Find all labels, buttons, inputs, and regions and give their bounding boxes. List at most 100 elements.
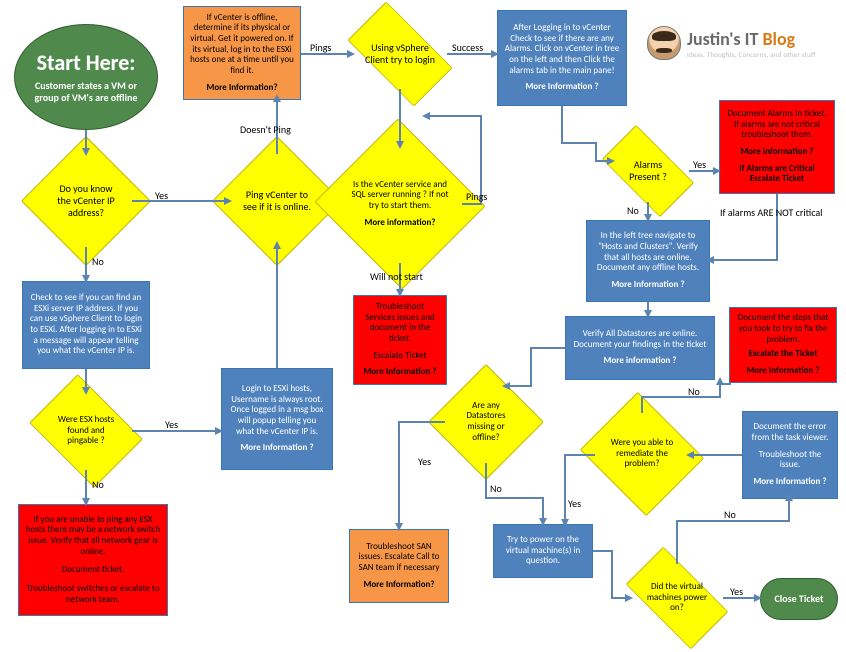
label-pings: Pings	[310, 41, 331, 54]
edge	[611, 550, 613, 597]
start-title: Start Here:	[37, 50, 136, 76]
label-no: No	[724, 508, 736, 521]
edge	[508, 385, 532, 387]
arrowhead-icon	[273, 241, 281, 249]
arrowhead-icon	[625, 594, 633, 602]
edge	[641, 396, 643, 413]
logo-text: Justin's IT Blog Ideas, Thoughts, Concer…	[687, 28, 816, 59]
d7-text: Did the virtual machines power on?	[637, 582, 717, 614]
label-doesnt-ping: Doesn't Ping	[240, 123, 291, 136]
process-power-on-vm: Try to power on the virtual machine(s) i…	[493, 524, 593, 578]
alarmscheck-more[interactable]: More Information ?	[525, 82, 598, 93]
d6-text: Are any Datastores missing or offline?	[451, 401, 521, 443]
edge	[132, 200, 228, 202]
edge	[676, 520, 678, 564]
loginesxi-text: Login to ESXi hosts, Username is always …	[228, 384, 326, 437]
edge	[719, 383, 721, 398]
label-not-critical: If alarms ARE NOT critical	[720, 206, 822, 219]
decision-powered-on: Did the virtual machines power on?	[631, 564, 723, 632]
decision-know-vcenter-ip: Do you know the vCenter IP address?	[40, 155, 132, 247]
label-no: No	[92, 478, 104, 491]
label-yes: Yes	[165, 418, 178, 431]
vcoff-more[interactable]: More Information?	[206, 83, 277, 94]
arrowhead-icon	[713, 167, 721, 175]
edge	[398, 421, 445, 423]
edge	[595, 142, 597, 162]
arrowhead-icon	[686, 451, 694, 459]
flowchart-canvas: Justin's IT Blog Ideas, Thoughts, Concer…	[0, 0, 846, 652]
d9-text: Were ESX hosts found and pingable ?	[46, 415, 126, 447]
edge	[561, 106, 563, 144]
arrowhead-icon	[396, 141, 404, 149]
process-document-alarms: Document Alarms In ticket. If alarms are…	[719, 100, 835, 194]
label-will-not-start: Will not start	[370, 270, 423, 283]
edge	[692, 454, 742, 456]
arrowhead-icon	[82, 275, 90, 283]
vcoff-text: If vCenter is offline, determine if its …	[190, 13, 294, 77]
edge	[485, 463, 487, 499]
node-start: Start Here: Customer states a VM or grou…	[14, 24, 158, 130]
edge	[712, 259, 778, 261]
logo-subtitle: Ideas, Thoughts, Concerns, and other stu…	[687, 50, 816, 59]
edge	[561, 142, 597, 144]
arrowhead-icon	[215, 427, 223, 435]
san-text: Troubleshoot SAN issues. Escalate Call t…	[356, 542, 442, 574]
svc1: Troubleshoot Services issues and documen…	[360, 302, 440, 344]
arrowhead-icon	[785, 493, 793, 501]
edge	[485, 497, 542, 499]
d4-text: Is the vCenter service and SQL server ru…	[350, 180, 450, 212]
arrowhead-icon	[82, 387, 90, 395]
edge	[788, 499, 790, 522]
net3: Troubleshoot switches or escalate to net…	[25, 584, 161, 605]
process-check-alarms: After Logging in to vCenter Check to see…	[497, 10, 627, 106]
process-vcenter-offline: If vCenter is offline, determine if its …	[183, 6, 301, 100]
arrowhead-icon	[347, 50, 355, 58]
decision-remediated: Were you able to remediate the problem?	[595, 413, 689, 495]
arrowhead-icon	[224, 197, 232, 205]
label-yes: Yes	[155, 189, 168, 202]
d4-more[interactable]: More information?	[350, 218, 450, 229]
svc-more[interactable]: More Information ?	[363, 367, 436, 378]
process-document-steps: Document the steps that you took to try …	[729, 307, 837, 383]
arrowhead-icon	[706, 256, 714, 264]
arrowhead-icon	[82, 148, 90, 156]
steps2: Escalate the Ticket	[749, 349, 818, 360]
process-verify-datastores: Verify All Datastores are online. Docume…	[565, 316, 715, 380]
arrowhead-icon	[539, 518, 547, 526]
label-no: No	[490, 482, 502, 495]
label-no: No	[627, 204, 639, 217]
d1-text: Do you know the vCenter IP address?	[46, 183, 126, 218]
san-more[interactable]: More Information?	[363, 580, 434, 591]
taskerr-more[interactable]: More Information ?	[753, 477, 826, 488]
arrowhead-icon	[754, 594, 762, 602]
decision-vsphere-login: Using vSphere Client try to login	[353, 19, 447, 89]
end-text: Close Ticket	[775, 593, 824, 605]
arrowhead-icon	[561, 519, 569, 527]
edge	[276, 247, 278, 368]
docal-more1[interactable]: More Information ?	[740, 147, 813, 158]
arrowhead-icon	[395, 523, 403, 531]
label-yes: Yes	[730, 585, 743, 598]
process-san-troubleshoot: Troubleshoot SAN issues. Escalate Call t…	[349, 529, 449, 603]
edge	[593, 550, 613, 552]
hosts-more[interactable]: More Information ?	[611, 280, 684, 291]
docal2: If Alarms are Critical Escalate Ticket	[726, 164, 828, 185]
label-yes: Yes	[568, 497, 581, 510]
label-yes: Yes	[418, 455, 431, 468]
ds-more[interactable]: More information ?	[604, 356, 677, 367]
arrowhead-icon	[491, 50, 499, 58]
decision-ping-vcenter: Ping vCenter to see if it is online.	[231, 155, 323, 247]
arrowhead-icon	[502, 382, 510, 390]
steps-more[interactable]: More Information ?	[746, 366, 819, 377]
decision-services-running: Is the vCenter service and SQL server ru…	[338, 145, 462, 263]
steps1: Document the steps that you took to try …	[736, 313, 830, 345]
process-login-esxi: Login to ESXi hosts, Username is always …	[221, 368, 333, 470]
edge	[428, 115, 482, 117]
process-services-troubleshoot: Troubleshoot Services issues and documen…	[353, 295, 447, 385]
process-find-esxi-ip: Check to see if you can find an ESXi ser…	[22, 281, 150, 369]
site-logo: Justin's IT Blog Ideas, Thoughts, Concer…	[647, 26, 816, 60]
loginesxi-more[interactable]: More Information ?	[240, 443, 313, 454]
taskerr1: Document the error from the task viewer.	[749, 422, 831, 443]
net2: Document ticket.	[62, 565, 125, 576]
logo-accent: Blog	[762, 28, 795, 50]
